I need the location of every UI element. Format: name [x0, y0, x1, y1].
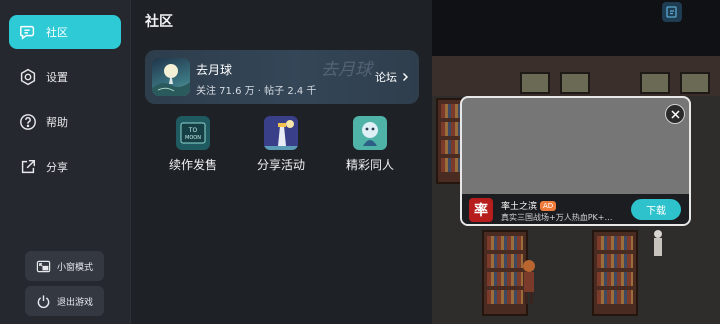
close-ad-button[interactable]: [665, 104, 685, 124]
close-icon: [670, 109, 680, 119]
game-window-decor: [520, 72, 550, 94]
edit-button[interactable]: [662, 2, 682, 22]
exit-game-label: 退出游戏: [57, 297, 94, 308]
sidebar-item-share[interactable]: 分享: [9, 150, 121, 184]
power-icon: [35, 293, 51, 309]
share-icon: [18, 157, 38, 177]
bookshelf-decor: [592, 230, 638, 316]
ad-badge: AD: [540, 200, 557, 211]
feature-fan-works[interactable]: 精彩同人: [335, 116, 405, 176]
sidebar-item-settings[interactable]: 设置: [9, 60, 121, 94]
game-window-decor: [560, 72, 590, 94]
page-title: 社区: [145, 14, 173, 30]
game-window-decor: [680, 72, 710, 94]
banner-watermark: 去月球: [321, 60, 372, 80]
feature-share-event[interactable]: 分享活动: [246, 116, 316, 176]
fanart-icon: [353, 116, 387, 150]
mini-window-label: 小窗模式: [57, 262, 94, 273]
feature-sequel-release[interactable]: TO MOON 续作发售: [158, 116, 228, 176]
download-button[interactable]: 下载: [631, 199, 681, 220]
feature-label: 分享活动: [256, 158, 305, 172]
sidebar-item-label: 设置: [46, 71, 68, 84]
ad-app-icon: 率: [469, 198, 493, 222]
community-panel: 社区 去月球 去月球 关注 71.6 万 · 帖子 2.4 千 论坛 TO MO…: [130, 0, 432, 324]
svg-text:TO: TO: [188, 127, 198, 134]
ad-popup[interactable]: 率 率土之滨 AD 真实三国战场+万人热血PK+… 下载: [460, 96, 691, 226]
sidebar-item-community[interactable]: 社区: [9, 15, 121, 49]
chat-icon: [18, 22, 38, 42]
sidebar-item-label: 分享: [46, 161, 68, 174]
game-character: [654, 230, 662, 256]
game-stats: 关注 71.6 万 · 帖子 2.4 千: [196, 86, 317, 97]
ad-app-name: 率土之滨 AD: [501, 199, 557, 212]
game-logo-icon: [152, 58, 190, 96]
sidebar-item-label: 社区: [46, 26, 68, 39]
mini-window-button[interactable]: 小窗模式: [25, 251, 104, 281]
lighthouse-icon: [264, 116, 298, 150]
mini-window-icon: [35, 258, 51, 274]
to-the-moon-icon: TO MOON: [176, 116, 210, 150]
ad-description: 真实三国战场+万人热血PK+…: [501, 213, 613, 222]
forum-label: 论坛: [375, 71, 397, 84]
settings-icon: [18, 67, 38, 87]
sidebar-item-label: 帮助: [46, 116, 68, 129]
game-window-decor: [640, 72, 670, 94]
edit-icon: [666, 6, 677, 18]
chevron-right-icon: [403, 73, 408, 81]
game-name: 去月球: [196, 63, 233, 77]
game-community-banner[interactable]: 去月球 去月球 关注 71.6 万 · 帖子 2.4 千 论坛: [145, 50, 419, 104]
forum-link[interactable]: 论坛: [375, 69, 410, 85]
game-character: [523, 260, 535, 304]
sidebar-item-help[interactable]: 帮助: [9, 105, 121, 139]
svg-text:MOON: MOON: [185, 135, 201, 141]
help-icon: [18, 112, 38, 132]
ad-info-bar: 率 率土之滨 AD 真实三国战场+万人热血PK+… 下载: [462, 194, 689, 224]
sidebar: 社区 设置 帮助 分享 小窗模式 退出游戏: [0, 0, 130, 324]
exit-game-button[interactable]: 退出游戏: [25, 286, 104, 316]
feature-label: 精彩同人: [345, 158, 394, 172]
feature-label: 续作发售: [168, 158, 217, 172]
